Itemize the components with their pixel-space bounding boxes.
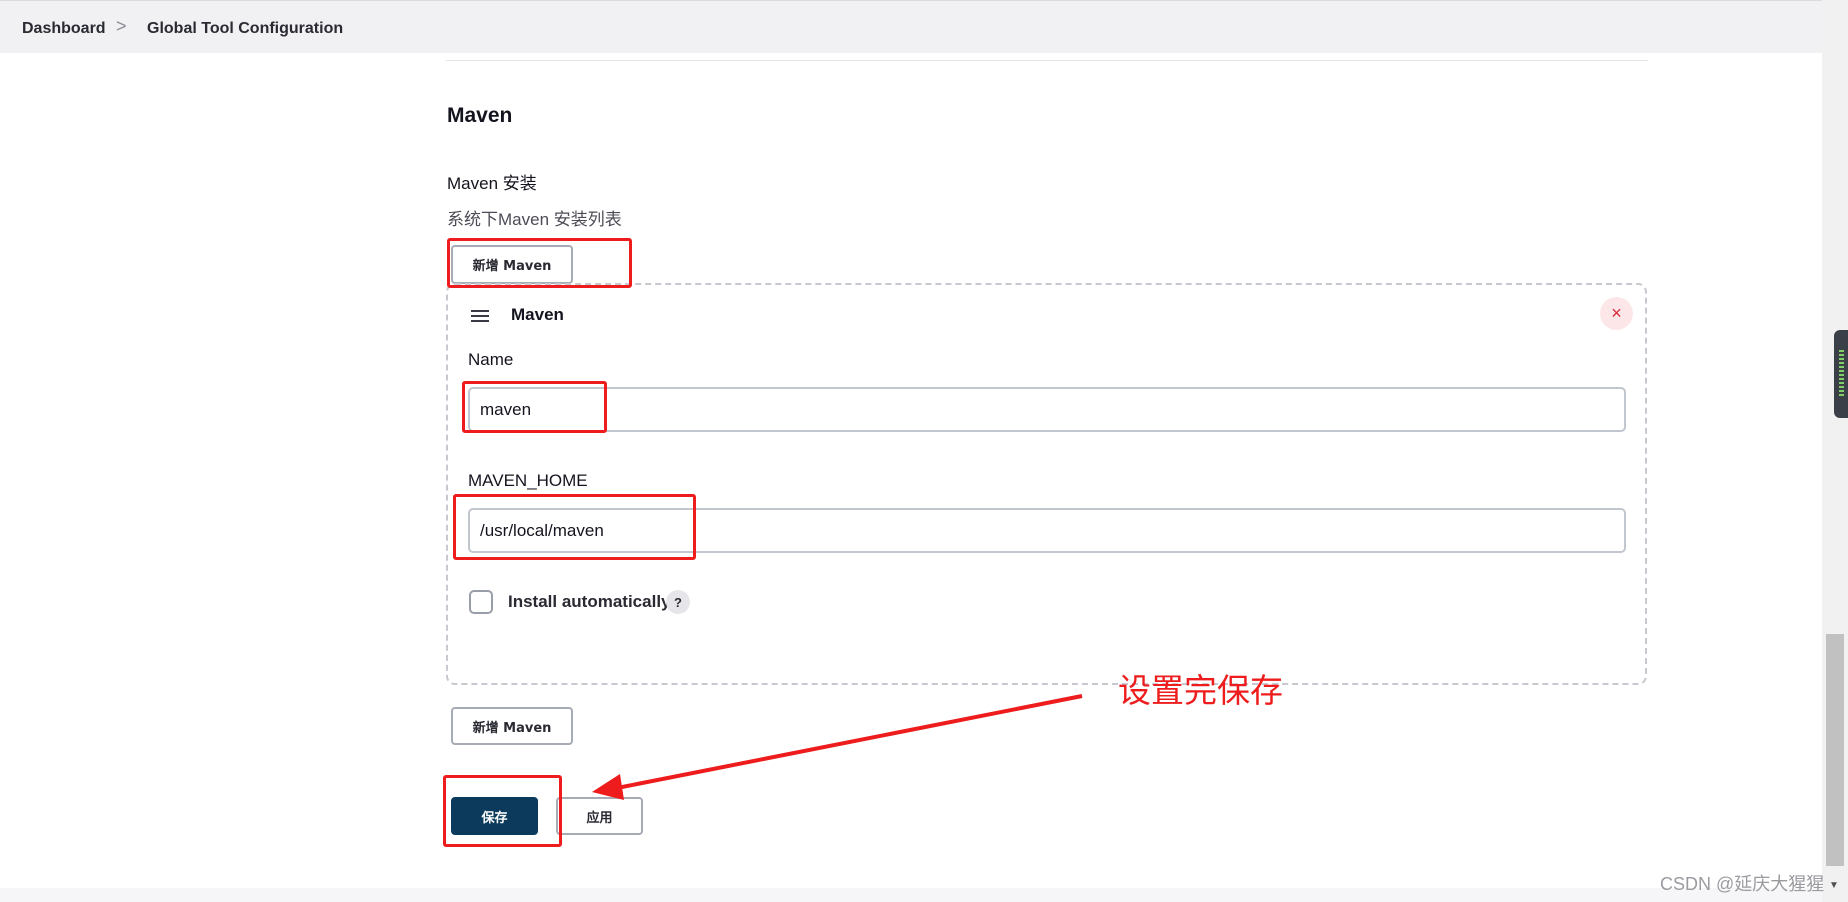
watermark: CSDN @延庆大猩猩 bbox=[1660, 874, 1825, 894]
scroll-down-arrow-icon[interactable]: ▼ bbox=[1829, 880, 1839, 891]
maven-install-label: Maven 安装 bbox=[447, 174, 537, 193]
maven-home-label: MAVEN_HOME bbox=[468, 471, 588, 490]
hamburger-icon[interactable] bbox=[471, 310, 489, 322]
chevron-right-icon: > bbox=[116, 16, 127, 36]
maven-install-description: 系统下Maven 安装列表 bbox=[447, 210, 622, 229]
breadcrumb-global-tool-configuration[interactable]: Global Tool Configuration bbox=[147, 20, 343, 38]
name-input[interactable]: maven bbox=[468, 387, 1626, 432]
maven-installation-card bbox=[446, 283, 1647, 685]
help-icon[interactable]: ? bbox=[666, 590, 690, 614]
annotation-text: 设置完保存 bbox=[1118, 671, 1283, 710]
annotation-box-name bbox=[462, 381, 607, 433]
annotation-box-save bbox=[443, 775, 562, 847]
section-title: Maven bbox=[447, 104, 513, 127]
install-automatically-checkbox[interactable] bbox=[469, 590, 493, 614]
add-maven-button-bottom[interactable]: 新增 Maven bbox=[451, 707, 573, 745]
installation-title: Maven bbox=[511, 305, 564, 324]
name-label: Name bbox=[468, 350, 514, 369]
breadcrumb-dashboard[interactable]: Dashboard bbox=[22, 20, 106, 38]
apply-button[interactable]: 应用 bbox=[556, 797, 643, 835]
jenkins-global-tool-configuration: Dashboard > Global Tool Configuration Ma… bbox=[0, 0, 1848, 902]
section-divider bbox=[446, 60, 1648, 61]
breadcrumb: Dashboard > Global Tool Configuration bbox=[0, 0, 1822, 53]
side-widget-icon[interactable] bbox=[1834, 330, 1848, 418]
close-icon[interactable]: × bbox=[1600, 297, 1633, 330]
install-automatically-label[interactable]: Install automatically bbox=[508, 592, 671, 612]
annotation-box-add-maven bbox=[447, 238, 632, 288]
scrollbar-thumb[interactable] bbox=[1826, 634, 1844, 866]
footer-strip bbox=[0, 888, 1822, 902]
annotation-box-maven-home bbox=[453, 494, 696, 560]
